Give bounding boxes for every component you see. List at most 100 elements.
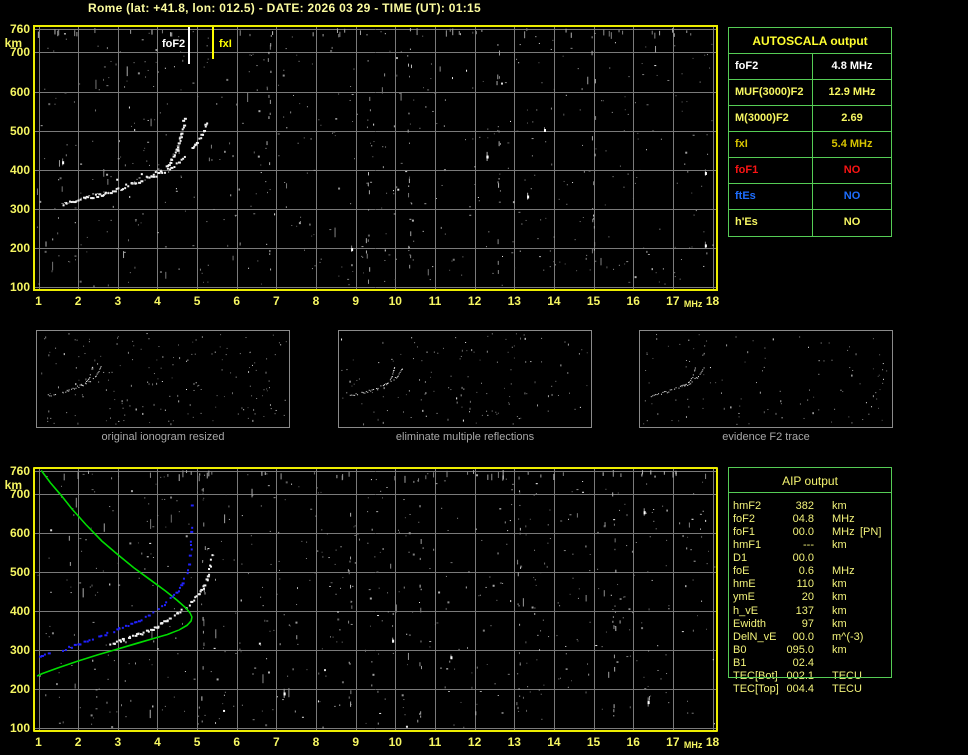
parameter-value: 2.69 bbox=[841, 112, 863, 124]
x-axis-tick-14: 14 bbox=[547, 294, 561, 308]
parameter-value: 20 bbox=[801, 591, 814, 603]
x-axis-tick-16: 16 bbox=[626, 735, 640, 749]
y-axis-tick-300: 300 bbox=[9, 201, 30, 216]
parameter-name: foE bbox=[733, 565, 750, 577]
aip-row-hme: hmE 110 km bbox=[728, 578, 892, 591]
autoscala-row-fof2: foF2 4.8 MHz bbox=[729, 54, 891, 80]
autoscala-row-fxi: fxI 5.4 MHz bbox=[729, 132, 891, 158]
parameter-value: 97 bbox=[801, 618, 814, 630]
thumbnail-evidence-canvas bbox=[640, 331, 892, 427]
parameter-name: B0 bbox=[733, 644, 747, 656]
autoscala-row-ftes: ftEs NO bbox=[729, 184, 891, 210]
parameter-name: D1 bbox=[733, 552, 748, 564]
thumbnail-caption-3: evidence F2 trace bbox=[722, 431, 810, 443]
x-axis-tick-12: 12 bbox=[467, 294, 482, 308]
parameter-name: ymE bbox=[733, 591, 755, 603]
aip-row-d1: D1 00.0 bbox=[728, 552, 892, 565]
parameter-name: hmE bbox=[733, 578, 756, 590]
x-axis-tick-7: 7 bbox=[273, 294, 280, 308]
y-axis-tick-760: 760 bbox=[9, 464, 30, 478]
parameter-value: 137 bbox=[795, 605, 814, 617]
aip-row-foe: foE 0.6 MHz bbox=[728, 565, 892, 578]
parameter-value: 002.1 bbox=[786, 670, 814, 682]
parameter-value: 0.6 bbox=[798, 565, 814, 577]
parameter-unit: TECU bbox=[832, 683, 862, 695]
autoscala-output-table: AUTOSCALA output foF2 4.8 MHz MUF(3000)F2 1… bbox=[728, 27, 892, 237]
thumbnail-eliminate-canvas bbox=[339, 331, 591, 427]
parameter-value: 004.4 bbox=[786, 683, 814, 695]
aip-row-yme: ymE 20 km bbox=[728, 591, 892, 604]
parameter-unit: km bbox=[832, 578, 847, 590]
x-axis-tick-8: 8 bbox=[312, 735, 320, 749]
parameter-name: hmF1 bbox=[733, 539, 762, 551]
parameter-unit: km bbox=[832, 591, 847, 603]
y-axis-tick-500: 500 bbox=[9, 565, 30, 580]
parameter-unit: km bbox=[832, 644, 847, 656]
parameter-value: 4.8 MHz bbox=[831, 60, 873, 72]
parameter-value: 12.9 MHz bbox=[828, 86, 876, 98]
parameter-value: NO bbox=[843, 216, 861, 228]
x-axis-tick-8: 8 bbox=[312, 294, 320, 308]
parameter-unit: MHz bbox=[832, 526, 855, 538]
parameter-name: h_vE bbox=[733, 605, 759, 617]
x-axis-tick-5: 5 bbox=[193, 735, 201, 749]
marker-label-fof2: foF2 bbox=[160, 38, 187, 51]
x-axis-tick-1: 1 bbox=[35, 294, 42, 308]
thumbnail-original-canvas bbox=[37, 331, 289, 427]
x-axis-tick-6: 6 bbox=[233, 735, 241, 749]
parameter-value: 00.0 bbox=[792, 631, 814, 643]
marker-label-fxi: fxI bbox=[217, 38, 233, 51]
y-axis-tick-200: 200 bbox=[9, 240, 30, 255]
y-axis-tick-700: 700 bbox=[9, 45, 30, 60]
x-axis-tick-13: 13 bbox=[507, 735, 521, 749]
x-axis-tick-11: 11 bbox=[428, 735, 442, 749]
autoscala-row-m3000f2: M(3000)F2 2.69 bbox=[729, 106, 891, 132]
x-axis-tick-1: 1 bbox=[35, 735, 42, 749]
x-axis-tick-9: 9 bbox=[352, 294, 360, 308]
parameter-unit: km bbox=[832, 618, 847, 630]
parameter-unit: MHz bbox=[832, 565, 855, 577]
x-axis-tick-7: 7 bbox=[273, 735, 280, 749]
y-axis-tick-700: 700 bbox=[9, 487, 30, 502]
aip-row-hmf2: hmF2 382 km bbox=[728, 500, 892, 513]
autoscala-row-fof1: foF1 NO bbox=[729, 158, 891, 184]
x-axis-tick-10: 10 bbox=[388, 294, 402, 308]
aip-row-tectop: TEC[Top] 004.4 TECU bbox=[728, 683, 892, 696]
aip-row-tecbot: TEC[Bot] 002.1 TECU bbox=[728, 670, 892, 683]
parameter-value: --- bbox=[803, 539, 814, 551]
parameter-value: 02.4 bbox=[792, 657, 814, 669]
aip-row-ewidth: Ewidth 97 km bbox=[728, 618, 892, 631]
x-axis-unit-bottom: MHz bbox=[683, 740, 703, 750]
parameter-unit: MHz bbox=[832, 513, 855, 525]
x-axis-tick-16: 16 bbox=[626, 294, 640, 308]
parameter-name: M(3000)F2 bbox=[729, 106, 813, 131]
parameter-name: B1 bbox=[733, 657, 747, 669]
parameter-name: Ewidth bbox=[733, 618, 767, 630]
parameter-name: foF2 bbox=[729, 54, 813, 79]
autoscala-table-header: AUTOSCALA output bbox=[729, 28, 891, 54]
parameter-value: 095.0 bbox=[786, 644, 814, 656]
parameter-unit: km bbox=[832, 539, 847, 551]
y-axis-tick-500: 500 bbox=[9, 123, 30, 138]
parameter-unit: km bbox=[832, 605, 847, 617]
aip-row-b0: B0 095.0 km bbox=[728, 644, 892, 657]
thumbnail-original-ionogram bbox=[36, 330, 290, 428]
parameter-unit: TECU bbox=[832, 670, 862, 682]
x-axis-unit-top: MHz bbox=[683, 299, 703, 309]
y-axis-tick-300: 300 bbox=[9, 643, 30, 658]
x-axis-tick-14: 14 bbox=[547, 735, 561, 749]
y-axis-tick-200: 200 bbox=[9, 682, 30, 697]
parameter-unit: km bbox=[832, 500, 847, 512]
thumbnail-eliminate-reflections bbox=[338, 330, 592, 428]
parameter-value: NO bbox=[843, 190, 861, 202]
aip-row-hve: h_vE 137 km bbox=[728, 605, 892, 618]
parameter-value: 5.4 MHz bbox=[831, 138, 873, 150]
x-axis-tick-2: 2 bbox=[74, 294, 82, 308]
x-axis-tick-3: 3 bbox=[114, 294, 122, 308]
parameter-name: fxI bbox=[729, 132, 813, 157]
y-axis-tick-100: 100 bbox=[9, 721, 30, 735]
parameter-unit: m^(-3) bbox=[832, 631, 864, 643]
parameter-name: foF1 bbox=[729, 158, 813, 183]
parameter-name: h'Es bbox=[729, 210, 813, 236]
parameter-value: NO bbox=[843, 164, 861, 176]
